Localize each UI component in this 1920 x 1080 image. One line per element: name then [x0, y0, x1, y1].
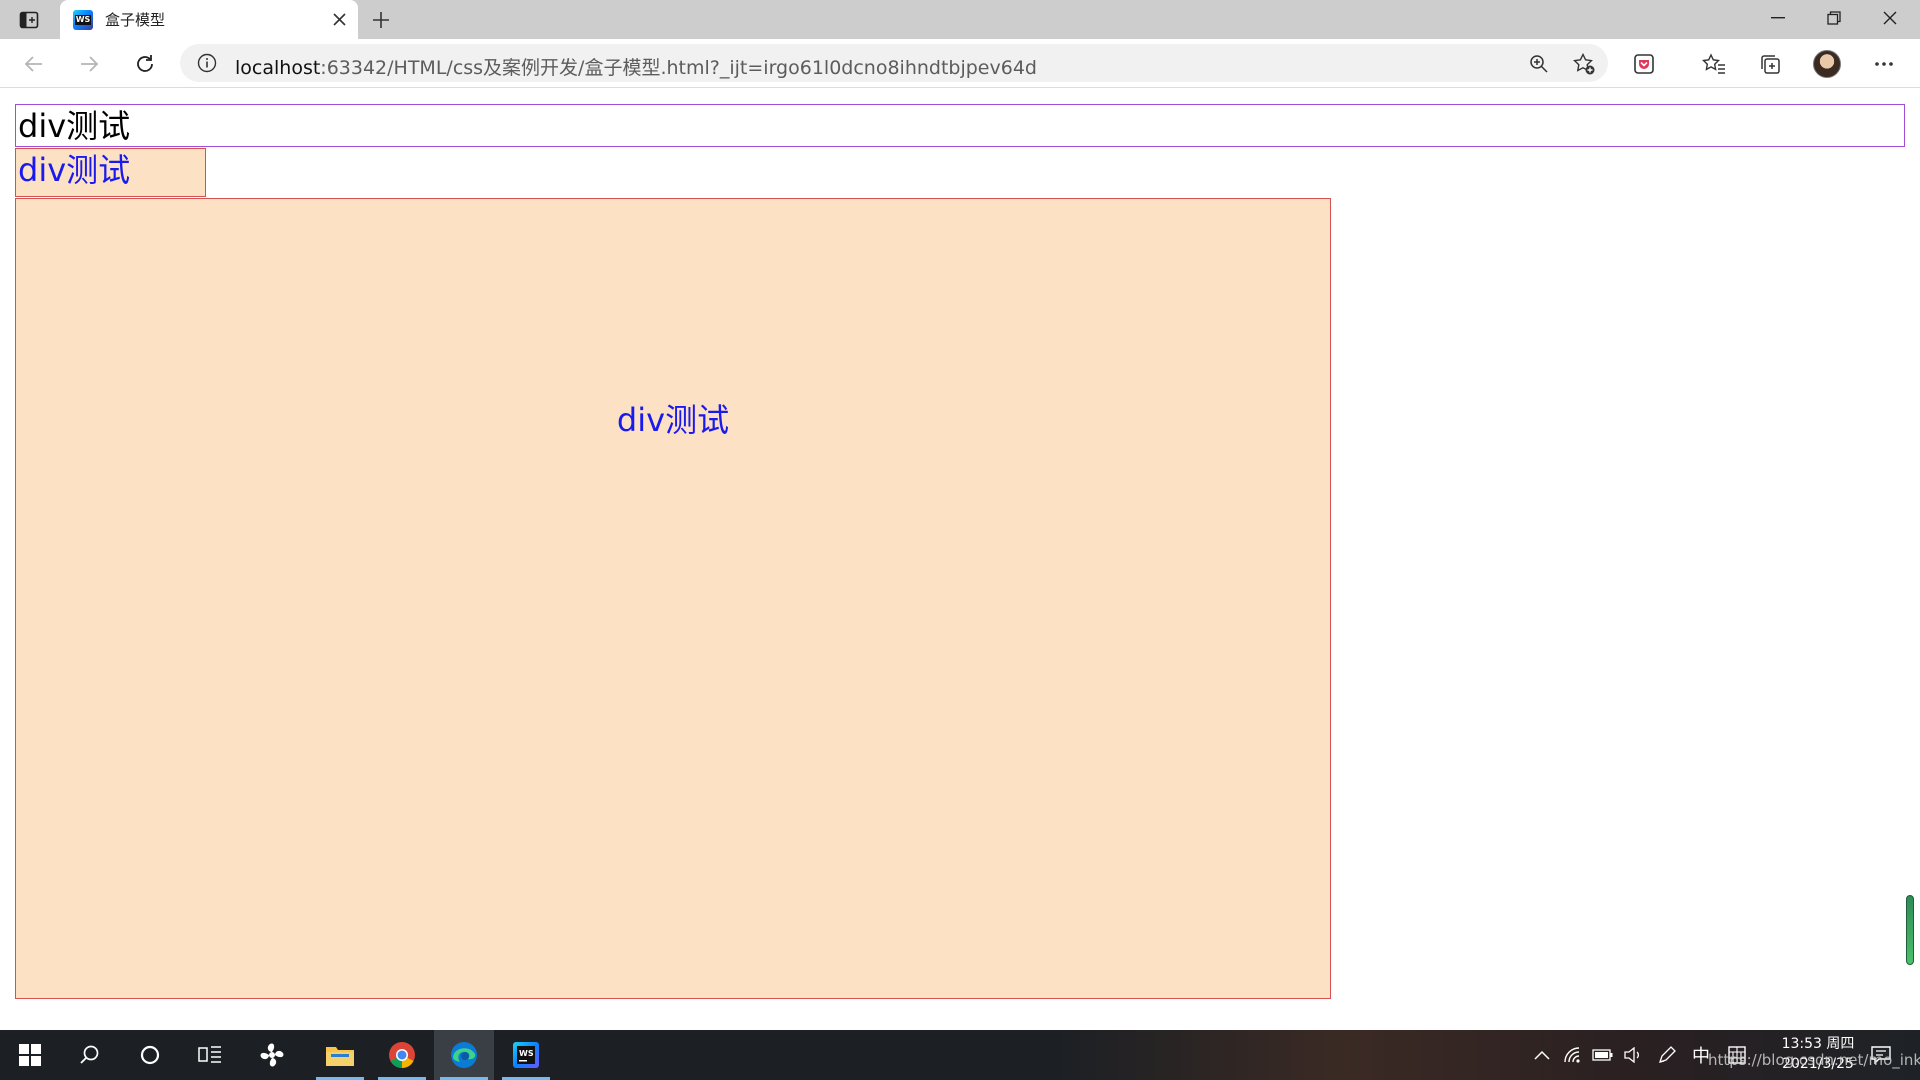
minimize-button[interactable] [1750, 0, 1806, 36]
div-test-box-2: div测试 [15, 148, 206, 197]
url-path: :63342/HTML/css及案例开发/盒子模型.html?_ijt=irgo… [320, 57, 1037, 79]
close-window-button[interactable] [1862, 0, 1918, 36]
tab-title: 盒子模型 [105, 11, 166, 29]
volume-icon[interactable] [1620, 1030, 1646, 1080]
webstorm-favicon-icon: WS [73, 10, 93, 30]
task-view-icon[interactable] [180, 1030, 240, 1080]
scroll-indicator[interactable] [1906, 895, 1914, 965]
file-explorer-icon[interactable] [310, 1030, 370, 1080]
csdn-watermark: https://blog.csdn.net/mo_ink [1708, 1051, 1920, 1069]
add-favorite-icon[interactable] [1571, 51, 1597, 77]
svg-text:WS: WS [519, 1049, 534, 1058]
url-text[interactable]: localhost:63342/HTML/css及案例开发/盒子模型.html?… [235, 53, 1037, 80]
div-test-text-3: div测试 [616, 401, 730, 439]
browser-tab-bar: WS 盒子模型 [0, 0, 1920, 39]
battery-icon[interactable] [1590, 1030, 1616, 1080]
div-test-box-1: div测试 [15, 104, 1905, 147]
url-host: localhost [235, 57, 321, 79]
pen-icon[interactable] [1654, 1030, 1680, 1080]
div-test-text-1: div测试 [18, 107, 131, 145]
show-hidden-icons-icon[interactable] [1530, 1030, 1554, 1080]
windows-taskbar: WS 中 13:53 周四 2021/3/25 [0, 1030, 1920, 1080]
webstorm-icon[interactable]: WS [496, 1030, 556, 1080]
browser-tab-active[interactable]: WS 盒子模型 [60, 0, 358, 39]
profile-avatar[interactable] [1811, 48, 1843, 80]
back-button[interactable] [18, 48, 50, 80]
site-info-icon[interactable] [197, 53, 217, 73]
close-tab-icon[interactable] [330, 10, 348, 28]
page-viewport: div测试 div测试 div测试 [0, 89, 1920, 1030]
favorites-icon[interactable] [1698, 48, 1730, 80]
zoom-icon[interactable] [1526, 51, 1552, 77]
pocket-extension-icon[interactable] [1628, 48, 1660, 80]
forward-button[interactable] [73, 48, 105, 80]
collections-icon[interactable] [1754, 48, 1786, 80]
avatar-image [1813, 50, 1841, 78]
start-button[interactable] [0, 1030, 60, 1080]
search-icon[interactable] [60, 1030, 120, 1080]
chrome-icon[interactable] [372, 1030, 432, 1080]
tab-actions-icon[interactable] [14, 6, 44, 33]
restore-button[interactable] [1806, 0, 1862, 36]
address-bar[interactable]: localhost:63342/HTML/css及案例开发/盒子模型.html?… [180, 44, 1608, 82]
more-menu-icon[interactable] [1868, 48, 1900, 80]
browser-toolbar: localhost:63342/HTML/css及案例开发/盒子模型.html?… [0, 39, 1920, 88]
new-tab-button[interactable] [366, 6, 396, 34]
network-icon[interactable] [1560, 1030, 1586, 1080]
cortana-icon[interactable] [120, 1030, 180, 1080]
refresh-button[interactable] [129, 48, 161, 80]
edge-icon[interactable] [434, 1030, 494, 1080]
div-test-box-3: div测试 [15, 198, 1331, 999]
div-test-text-2: div测试 [18, 151, 131, 189]
pinwheel-app-icon[interactable] [242, 1030, 302, 1080]
